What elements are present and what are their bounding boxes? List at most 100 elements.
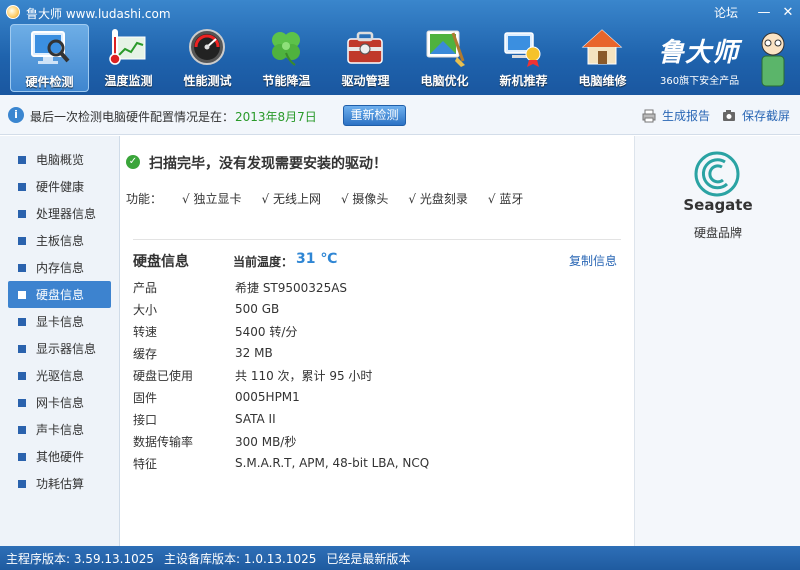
row-label: 接口 — [133, 412, 158, 427]
row-label: 数据传输率 — [133, 434, 194, 449]
recheck-button[interactable]: 重新检测 — [343, 105, 406, 126]
feature-item: √ 独立显卡 — [182, 192, 242, 206]
sidebar: 电脑概览 硬件健康 处理器信息 主板信息 内存信息 硬盘信息 显卡信息 显示器信… — [0, 136, 120, 546]
sidebar-item-sound[interactable]: 声卡信息 — [8, 416, 111, 443]
sidebar-item-memory[interactable]: 内存信息 — [8, 254, 111, 281]
nav-performance[interactable]: 性能测试 — [168, 24, 247, 92]
sidebar-item-motherboard[interactable]: 主板信息 — [8, 227, 111, 254]
section-title: 硬盘信息 — [133, 254, 189, 270]
check-icon: ✓ — [126, 155, 140, 169]
bullet-icon — [18, 452, 26, 461]
table-row: 特征 S.M.A.R.T, APM, 48-bit LBA, NCQ — [133, 452, 613, 474]
features-label: 功能： — [126, 192, 163, 206]
thermometer-icon — [109, 29, 146, 65]
status-bar: 主程序版本: 3.59.13.1025 主设备库版本: 1.0.13.1025 … — [0, 546, 800, 570]
table-row: 固件 0005HPM1 — [133, 386, 613, 408]
sidebar-item-disk[interactable]: 硬盘信息 — [8, 281, 111, 308]
feature-item: √ 蓝牙 — [487, 192, 524, 206]
window-controls: 论坛 — ✕ — [714, 0, 800, 24]
main-nav: 硬件检测 温度监测 性能测试 节能降温 驱动管理 电脑优化 新机推荐 电脑维修 — [10, 24, 642, 92]
row-value: 32 MB — [235, 346, 273, 360]
bullet-icon — [18, 182, 26, 191]
bullet-icon — [18, 398, 26, 407]
sidebar-item-health[interactable]: 硬件健康 — [8, 173, 111, 200]
house-icon — [581, 29, 623, 65]
row-label: 大小 — [133, 302, 158, 317]
sidebar-item-label: 其他硬件 — [36, 450, 85, 464]
sidebar-item-gpu[interactable]: 显卡信息 — [8, 308, 111, 335]
sidebar-item-cpu[interactable]: 处理器信息 — [8, 200, 111, 227]
sidebar-item-label: 电脑概览 — [36, 153, 85, 167]
table-row: 产品 希捷 ST9500325AS — [133, 276, 613, 298]
sidebar-item-label: 光驱信息 — [36, 369, 85, 383]
table-row: 接口 SATA II — [133, 408, 613, 430]
row-value: 共 110 次，累计 95 小时 — [235, 368, 373, 383]
window-title: 鲁大师 www.ludashi.com — [26, 7, 171, 21]
bullet-icon — [18, 209, 26, 218]
bullet-icon — [18, 317, 26, 326]
sidebar-item-other[interactable]: 其他硬件 — [8, 443, 111, 470]
minimize-button[interactable]: — — [752, 5, 776, 20]
sidebar-item-overview[interactable]: 电脑概览 — [8, 146, 111, 173]
brand: 鲁大师 360旗下安全产品 — [650, 28, 790, 90]
generate-report-button[interactable]: 生成报告 — [642, 107, 710, 124]
nav-hardware-detect[interactable]: 硬件检测 — [10, 24, 89, 92]
row-label: 硬盘已使用 — [133, 368, 194, 383]
title-bar: 鲁大师 www.ludashi.com 论坛 — ✕ — [0, 0, 800, 24]
sidebar-item-optical[interactable]: 光驱信息 — [8, 362, 111, 389]
info-icon: i — [8, 107, 24, 123]
copy-info-link[interactable]: 复制信息 — [569, 252, 617, 269]
sidebar-item-label: 网卡信息 — [36, 396, 85, 410]
row-value: 希捷 ST9500325AS — [235, 280, 348, 295]
row-label: 缓存 — [133, 346, 158, 361]
printer-icon — [642, 109, 656, 122]
bullet-icon — [18, 290, 26, 299]
nav-pc-repair[interactable]: 电脑维修 — [563, 24, 642, 92]
table-row: 硬盘已使用 共 110 次，累计 95 小时 — [133, 364, 613, 386]
row-value: 500 GB — [235, 302, 280, 316]
bullet-icon — [18, 155, 26, 164]
sidebar-item-network[interactable]: 网卡信息 — [8, 389, 111, 416]
nav-power-save[interactable]: 节能降温 — [247, 24, 326, 92]
disk-brand-caption: 硬盘品牌 — [693, 226, 742, 240]
divider — [133, 239, 621, 240]
nav-label: 电脑优化 — [420, 74, 469, 88]
bullet-icon — [18, 263, 26, 272]
sidebar-item-label: 硬件健康 — [36, 180, 85, 194]
sidebar-item-monitor[interactable]: 显示器信息 — [8, 335, 111, 362]
info-bar: i 最后一次检测电脑硬件配置情况是在： 2013年8月7日 重新检测 生成报告 … — [0, 95, 800, 135]
nav-driver-manage[interactable]: 驱动管理 — [326, 24, 405, 92]
nav-label: 节能降温 — [262, 74, 311, 88]
sidebar-item-label: 处理器信息 — [36, 207, 97, 221]
nav-pc-optimize[interactable]: 电脑优化 — [405, 24, 484, 92]
sidebar-item-power[interactable]: 功耗估算 — [8, 470, 111, 497]
row-value: 300 MB/秒 — [235, 434, 297, 449]
bullet-icon — [18, 236, 26, 245]
brand-panel: Seagate 硬盘品牌 — [634, 136, 800, 546]
main-panel: ✓ 扫描完毕，没有发现需要安装的驱动！ 功能： √ 独立显卡 √ 无线上网 √ … — [121, 136, 634, 546]
sidebar-item-label: 主板信息 — [36, 234, 85, 248]
bullet-icon — [18, 344, 26, 353]
sidebar-item-label: 显卡信息 — [36, 315, 85, 329]
temperature-label: 当前温度： — [233, 255, 294, 269]
row-value: S.M.A.R.T, APM, 48-bit LBA, NCQ — [235, 456, 430, 470]
sidebar-item-label: 显示器信息 — [36, 342, 97, 356]
close-button[interactable]: ✕ — [776, 5, 800, 20]
nav-new-pc[interactable]: 新机推荐 — [484, 24, 563, 92]
sidebar-item-label: 内存信息 — [36, 261, 85, 275]
camera-icon — [723, 109, 735, 121]
feature-item: √ 摄像头 — [340, 192, 389, 206]
speedometer-icon — [189, 29, 225, 65]
main-version: 主程序版本: 3.59.13.1025 — [6, 551, 155, 566]
computer-medal-icon — [504, 32, 541, 67]
disk-info-table: 产品 希捷 ST9500325AS 大小 500 GB 转速 5400 转/分 缓存 3… — [133, 276, 613, 474]
save-screenshot-button[interactable]: 保存截屏 — [722, 107, 790, 124]
sidebar-item-label: 声卡信息 — [36, 423, 85, 437]
forum-link[interactable]: 论坛 — [714, 4, 738, 21]
disk-brand-name: Seagate — [683, 196, 753, 214]
nav-temperature[interactable]: 温度监测 — [89, 24, 168, 92]
mascot-icon — [761, 32, 785, 87]
sidebar-item-label: 硬盘信息 — [36, 288, 85, 302]
header: 鲁大师 www.ludashi.com 论坛 — ✕ 硬件检测 温度监测 性能测… — [0, 0, 800, 95]
clover-icon — [272, 32, 300, 66]
